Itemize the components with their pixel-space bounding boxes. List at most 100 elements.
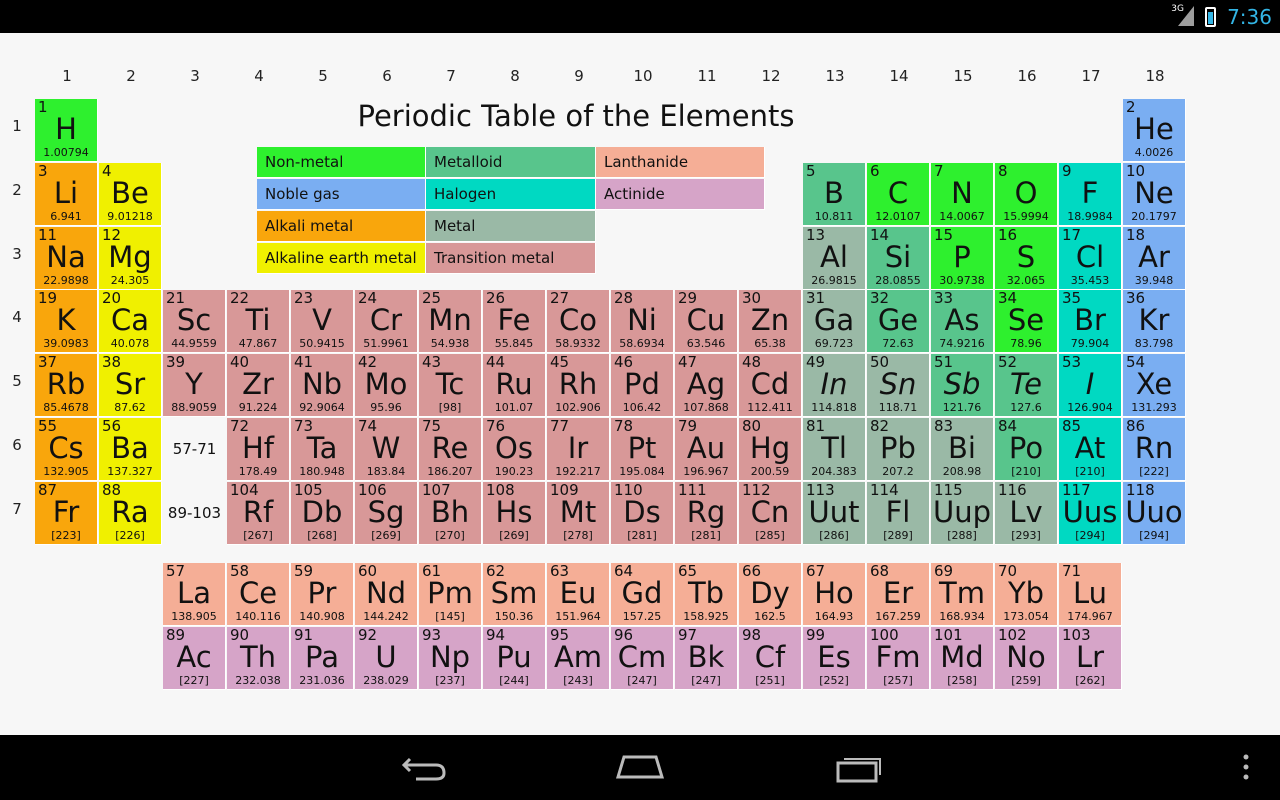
element-cell-ba[interactable]: 56 Ba 137.327: [99, 418, 162, 481]
element-cell-cd[interactable]: 48 Cd 112.411: [739, 354, 802, 417]
element-cell-xe[interactable]: 54 Xe 131.293: [1123, 354, 1186, 417]
element-cell-er[interactable]: 68 Er 167.259: [867, 563, 930, 626]
element-cell-h[interactable]: 1 H 1.00794: [35, 99, 98, 162]
element-cell-uuo[interactable]: 118 Uuo [294]: [1123, 482, 1186, 545]
element-cell-ne[interactable]: 10 Ne 20.1797: [1123, 163, 1186, 226]
element-cell-as[interactable]: 33 As 74.9216: [931, 290, 994, 353]
element-cell-lr[interactable]: 103 Lr [262]: [1059, 627, 1122, 690]
element-cell-at[interactable]: 85 At [210]: [1059, 418, 1122, 481]
overflow-menu-button[interactable]: [1232, 749, 1260, 785]
element-cell-pu[interactable]: 94 Pu [244]: [483, 627, 546, 690]
element-cell-re[interactable]: 75 Re 186.207: [419, 418, 482, 481]
element-cell-ga[interactable]: 31 Ga 69.723: [803, 290, 866, 353]
element-cell-pb[interactable]: 82 Pb 207.2: [867, 418, 930, 481]
element-cell-rh[interactable]: 45 Rh 102.906: [547, 354, 610, 417]
element-cell-ho[interactable]: 67 Ho 164.93: [803, 563, 866, 626]
element-cell-nd[interactable]: 60 Nd 144.242: [355, 563, 418, 626]
element-cell-te[interactable]: 52 Te 127.6: [995, 354, 1058, 417]
element-cell-uus[interactable]: 117 Uus [294]: [1059, 482, 1122, 545]
element-cell-bk[interactable]: 97 Bk [247]: [675, 627, 738, 690]
element-cell-hs[interactable]: 108 Hs [269]: [483, 482, 546, 545]
element-cell-s[interactable]: 16 S 32.065: [995, 227, 1058, 290]
element-cell-sg[interactable]: 106 Sg [269]: [355, 482, 418, 545]
element-cell-ge[interactable]: 32 Ge 72.63: [867, 290, 930, 353]
element-cell-ca[interactable]: 20 Ca 40.078: [99, 290, 162, 353]
element-cell-nb[interactable]: 41 Nb 92.9064: [291, 354, 354, 417]
element-cell-yb[interactable]: 70 Yb 173.054: [995, 563, 1058, 626]
element-cell-fm[interactable]: 100 Fm [257]: [867, 627, 930, 690]
element-cell-md[interactable]: 101 Md [258]: [931, 627, 994, 690]
element-cell-tm[interactable]: 69 Tm 168.934: [931, 563, 994, 626]
element-cell-o[interactable]: 8 O 15.9994: [995, 163, 1058, 226]
element-cell-ir[interactable]: 77 Ir 192.217: [547, 418, 610, 481]
element-cell-co[interactable]: 27 Co 58.9332: [547, 290, 610, 353]
element-cell-cu[interactable]: 29 Cu 63.546: [675, 290, 738, 353]
element-cell-rg[interactable]: 111 Rg [281]: [675, 482, 738, 545]
element-cell-sb[interactable]: 51 Sb 121.76: [931, 354, 994, 417]
element-cell-mo[interactable]: 42 Mo 95.96: [355, 354, 418, 417]
element-cell-li[interactable]: 3 Li 6.941: [35, 163, 98, 226]
element-cell-bi[interactable]: 83 Bi 208.98: [931, 418, 994, 481]
element-cell-br[interactable]: 35 Br 79.904: [1059, 290, 1122, 353]
back-button[interactable]: [394, 749, 454, 785]
element-cell-tb[interactable]: 65 Tb 158.925: [675, 563, 738, 626]
element-cell-gd[interactable]: 64 Gd 157.25: [611, 563, 674, 626]
element-cell-hg[interactable]: 80 Hg 200.59: [739, 418, 802, 481]
element-cell-zn[interactable]: 30 Zn 65.38: [739, 290, 802, 353]
element-cell-tl[interactable]: 81 Tl 204.383: [803, 418, 866, 481]
element-cell-ac[interactable]: 89 Ac [227]: [163, 627, 226, 690]
element-cell-dy[interactable]: 66 Dy 162.5: [739, 563, 802, 626]
element-cell-lv[interactable]: 116 Lv [293]: [995, 482, 1058, 545]
element-cell-cm[interactable]: 96 Cm [247]: [611, 627, 674, 690]
element-cell-se[interactable]: 34 Se 78.96: [995, 290, 1058, 353]
element-cell-ra[interactable]: 88 Ra [226]: [99, 482, 162, 545]
element-cell-i[interactable]: 53 I 126.904: [1059, 354, 1122, 417]
element-cell-kr[interactable]: 36 Kr 83.798: [1123, 290, 1186, 353]
element-cell-eu[interactable]: 63 Eu 151.964: [547, 563, 610, 626]
element-cell-ta[interactable]: 73 Ta 180.948: [291, 418, 354, 481]
element-cell-rn[interactable]: 86 Rn [222]: [1123, 418, 1186, 481]
element-cell-pr[interactable]: 59 Pr 140.908: [291, 563, 354, 626]
element-cell-ar[interactable]: 18 Ar 39.948: [1123, 227, 1186, 290]
element-cell-mn[interactable]: 25 Mn 54.938: [419, 290, 482, 353]
element-cell-hf[interactable]: 72 Hf 178.49: [227, 418, 290, 481]
element-cell-tc[interactable]: 43 Tc [98]: [419, 354, 482, 417]
element-cell-be[interactable]: 4 Be 9.01218: [99, 163, 162, 226]
element-cell-cs[interactable]: 55 Cs 132.905: [35, 418, 98, 481]
element-cell-db[interactable]: 105 Db [268]: [291, 482, 354, 545]
element-cell-cn[interactable]: 112 Cn [285]: [739, 482, 802, 545]
element-cell-ce[interactable]: 58 Ce 140.116: [227, 563, 290, 626]
element-cell-c[interactable]: 6 C 12.0107: [867, 163, 930, 226]
element-cell-sc[interactable]: 21 Sc 44.9559: [163, 290, 226, 353]
element-cell-na[interactable]: 11 Na 22.9898: [35, 227, 98, 290]
element-cell-th[interactable]: 90 Th 232.038: [227, 627, 290, 690]
element-cell-po[interactable]: 84 Po [210]: [995, 418, 1058, 481]
element-cell-sn[interactable]: 50 Sn 118.71: [867, 354, 930, 417]
element-cell-os[interactable]: 76 Os 190.23: [483, 418, 546, 481]
element-cell-es[interactable]: 99 Es [252]: [803, 627, 866, 690]
element-cell-pa[interactable]: 91 Pa 231.036: [291, 627, 354, 690]
element-cell-fr[interactable]: 87 Fr [223]: [35, 482, 98, 545]
element-cell-zr[interactable]: 40 Zr 91.224: [227, 354, 290, 417]
element-cell-lu[interactable]: 71 Lu 174.967: [1059, 563, 1122, 626]
element-cell-no[interactable]: 102 No [259]: [995, 627, 1058, 690]
element-cell-uut[interactable]: 113 Uut [286]: [803, 482, 866, 545]
element-cell-uup[interactable]: 115 Uup [288]: [931, 482, 994, 545]
element-cell-au[interactable]: 79 Au 196.967: [675, 418, 738, 481]
element-cell-rf[interactable]: 104 Rf [267]: [227, 482, 290, 545]
element-cell-am[interactable]: 95 Am [243]: [547, 627, 610, 690]
element-cell-ni[interactable]: 28 Ni 58.6934: [611, 290, 674, 353]
element-cell-np[interactable]: 93 Np [237]: [419, 627, 482, 690]
element-cell-la[interactable]: 57 La 138.905: [163, 563, 226, 626]
element-cell-in[interactable]: 49 In 114.818: [803, 354, 866, 417]
element-cell-pm[interactable]: 61 Pm [145]: [419, 563, 482, 626]
element-cell-ag[interactable]: 47 Ag 107.868: [675, 354, 738, 417]
home-button[interactable]: [610, 749, 670, 785]
element-cell-fl[interactable]: 114 Fl [289]: [867, 482, 930, 545]
element-cell-cr[interactable]: 24 Cr 51.9961: [355, 290, 418, 353]
element-cell-n[interactable]: 7 N 14.0067: [931, 163, 994, 226]
element-cell-he[interactable]: 2 He 4.0026: [1123, 99, 1186, 162]
element-cell-k[interactable]: 19 K 39.0983: [35, 290, 98, 353]
element-cell-al[interactable]: 13 Al 26.9815: [803, 227, 866, 290]
element-cell-cl[interactable]: 17 Cl 35.453: [1059, 227, 1122, 290]
